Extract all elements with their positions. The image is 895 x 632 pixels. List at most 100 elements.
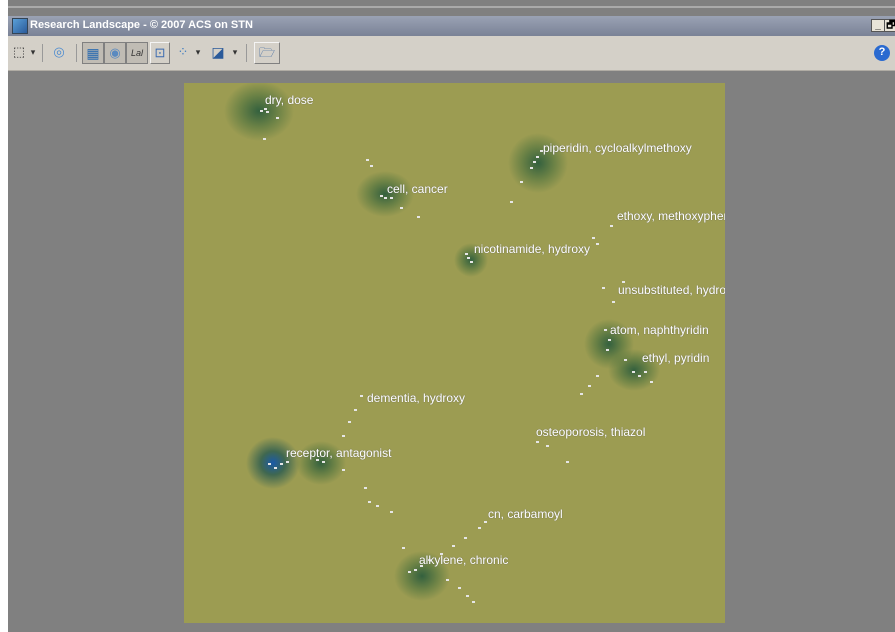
- document-point[interactable]: [268, 463, 271, 465]
- document-point[interactable]: [606, 349, 609, 351]
- document-point[interactable]: [402, 547, 405, 549]
- title-bar[interactable]: Research Landscape - © 2007 ACS on STN _…: [8, 16, 895, 36]
- document-point[interactable]: [354, 409, 357, 411]
- document-point[interactable]: [464, 537, 467, 539]
- zoom-fit-icon[interactable]: ⊡: [150, 42, 170, 64]
- document-point[interactable]: [452, 545, 455, 547]
- minimize-button[interactable]: _: [871, 19, 885, 32]
- cluster-label[interactable]: ethyl, pyridin: [642, 351, 709, 365]
- document-point[interactable]: [533, 161, 536, 163]
- dropdown-arrow-icon[interactable]: ▾: [28, 42, 38, 64]
- document-point[interactable]: [384, 197, 387, 199]
- document-point[interactable]: [588, 385, 591, 387]
- contour-view-icon[interactable]: ◉: [104, 42, 126, 64]
- document-point[interactable]: [348, 421, 351, 423]
- document-point[interactable]: [602, 287, 605, 289]
- cluster-label[interactable]: dementia, hydroxy: [367, 391, 465, 405]
- document-point[interactable]: [368, 501, 371, 503]
- document-point[interactable]: [466, 595, 469, 597]
- select-tool-icon[interactable]: ⬚: [10, 42, 28, 64]
- document-point[interactable]: [536, 156, 539, 158]
- cluster-label[interactable]: alkylene, chronic: [419, 553, 508, 567]
- document-point[interactable]: [472, 601, 475, 603]
- document-point[interactable]: [632, 371, 635, 373]
- document-point[interactable]: [596, 375, 599, 377]
- document-point[interactable]: [286, 461, 289, 463]
- document-point[interactable]: [458, 587, 461, 589]
- points-icon[interactable]: ⁘: [174, 42, 192, 64]
- document-point[interactable]: [274, 467, 277, 469]
- map-view-icon[interactable]: ▦: [82, 42, 104, 64]
- document-point[interactable]: [608, 339, 611, 341]
- cluster-label[interactable]: cn, carbamoyl: [488, 507, 563, 521]
- document-point[interactable]: [566, 461, 569, 463]
- cluster-label[interactable]: receptor, antagonist: [286, 446, 391, 460]
- cluster-label[interactable]: ethoxy, methoxyphenyl: [617, 209, 725, 223]
- document-point[interactable]: [612, 301, 615, 303]
- document-point[interactable]: [280, 463, 283, 465]
- document-point[interactable]: [478, 527, 481, 529]
- dropdown-arrow-icon[interactable]: ▾: [193, 42, 203, 64]
- document-point[interactable]: [484, 521, 487, 523]
- document-point[interactable]: [342, 469, 345, 471]
- terrain-peak-high: [246, 437, 300, 489]
- document-point[interactable]: [370, 165, 373, 167]
- document-point[interactable]: [650, 381, 653, 383]
- document-point[interactable]: [510, 201, 513, 203]
- color-scheme-icon[interactable]: ◪: [208, 42, 228, 64]
- document-point[interactable]: [520, 181, 523, 183]
- document-point[interactable]: [530, 167, 533, 169]
- document-point[interactable]: [380, 195, 383, 197]
- document-point[interactable]: [610, 225, 613, 227]
- research-landscape-map[interactable]: dry, dose piperidin, cycloalkylmethoxy c…: [184, 83, 725, 623]
- document-point[interactable]: [596, 243, 599, 245]
- cluster-label[interactable]: piperidin, cycloalkylmethoxy: [543, 141, 692, 155]
- document-point[interactable]: [638, 375, 641, 377]
- document-point[interactable]: [276, 117, 279, 119]
- separator: [76, 44, 77, 62]
- document-point[interactable]: [366, 159, 369, 161]
- document-point[interactable]: [400, 207, 403, 209]
- document-point[interactable]: [414, 569, 417, 571]
- document-point[interactable]: [470, 261, 473, 263]
- document-point[interactable]: [467, 257, 470, 259]
- document-point[interactable]: [342, 435, 345, 437]
- document-point[interactable]: [264, 108, 267, 110]
- document-point[interactable]: [364, 487, 367, 489]
- document-point[interactable]: [624, 359, 627, 361]
- document-point[interactable]: [446, 579, 449, 581]
- document-point[interactable]: [580, 393, 583, 395]
- cluster-label[interactable]: nicotinamide, hydroxy: [474, 242, 590, 256]
- document-point[interactable]: [592, 237, 595, 239]
- document-point[interactable]: [360, 395, 363, 397]
- dropdown-arrow-icon[interactable]: ▾: [230, 42, 240, 64]
- document-point[interactable]: [465, 253, 468, 255]
- document-point[interactable]: [390, 197, 393, 199]
- label-toggle-icon[interactable]: Lal: [126, 42, 148, 64]
- document-point[interactable]: [263, 138, 266, 140]
- document-point[interactable]: [260, 110, 263, 112]
- document-point[interactable]: [376, 505, 379, 507]
- document-point[interactable]: [536, 441, 539, 443]
- document-point[interactable]: [417, 216, 420, 218]
- document-point[interactable]: [266, 111, 269, 113]
- cluster-label[interactable]: unsubstituted, hydrogen: [618, 283, 725, 297]
- top-divider: [8, 6, 895, 8]
- document-point[interactable]: [322, 461, 325, 463]
- cluster-label[interactable]: atom, naphthyridin: [610, 323, 709, 337]
- document-point[interactable]: [390, 511, 393, 513]
- document-point[interactable]: [408, 571, 411, 573]
- cluster-label[interactable]: osteoporosis, thiazol: [536, 425, 645, 439]
- rotate-view-icon[interactable]: ◎: [48, 42, 70, 64]
- cluster-label[interactable]: cell, cancer: [387, 182, 448, 196]
- document-point[interactable]: [644, 371, 647, 373]
- open-folder-icon[interactable]: 🗁: [254, 42, 280, 64]
- cluster-label[interactable]: dry, dose: [265, 93, 313, 107]
- toolbar: ⬚ ▾ ◎ ▦ ◉ Lal ⊡ ⁘ ▾ ◪ ▾ 🗁 ?: [8, 36, 895, 71]
- document-point[interactable]: [604, 329, 607, 331]
- help-icon[interactable]: ?: [874, 45, 890, 61]
- terrain-peak: [224, 83, 294, 141]
- separator: [246, 44, 247, 62]
- document-point[interactable]: [546, 445, 549, 447]
- restore-button[interactable]: 🗗: [884, 19, 895, 32]
